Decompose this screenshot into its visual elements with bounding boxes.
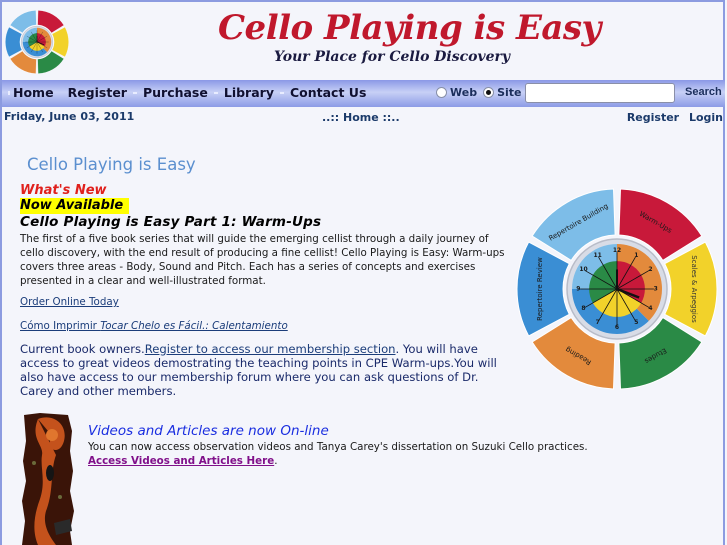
site-header: Cello Playing is Easy Your Place for Cel… xyxy=(0,0,727,80)
dropdown-arrow-icon xyxy=(213,91,218,94)
nav-spacer xyxy=(54,92,68,94)
radio-site[interactable] xyxy=(483,87,495,98)
now-available-badge: Now Available xyxy=(20,198,130,214)
order-online-link-text[interactable]: Order Online Today xyxy=(20,296,119,308)
clock-number: 11 xyxy=(593,252,601,259)
clock-number: 1 xyxy=(634,252,638,259)
videos-description: You can now access observation videos an… xyxy=(88,441,588,453)
radio-web[interactable] xyxy=(436,87,447,98)
access-videos-link[interactable]: Access Videos and Articles Here xyxy=(88,455,274,467)
spanish-print-link[interactable]: Cómo Imprimir Tocar Chelo es Fácil.: Cal… xyxy=(20,320,288,332)
book-description: The first of a five book series that wil… xyxy=(20,233,505,287)
site-title: Cello Playing is Easy xyxy=(218,8,601,48)
dropdown-arrow-icon xyxy=(279,91,284,94)
user-links: Register Login xyxy=(621,111,723,124)
clock-number: 7 xyxy=(596,319,600,326)
order-online-link[interactable]: Order Online Today xyxy=(20,296,119,308)
search-input[interactable] xyxy=(525,83,675,103)
main-nav-bar: Home Register Purchase Library Contact U… xyxy=(2,80,725,107)
cello-scroll-image-icon xyxy=(22,413,74,545)
clock-number: 2 xyxy=(648,266,652,273)
dropdown-arrow-icon xyxy=(132,91,137,94)
login-link[interactable]: Login xyxy=(689,111,723,124)
nav-item-register[interactable]: Register xyxy=(68,85,127,100)
clock-number: 9 xyxy=(576,286,580,293)
radio-web-label[interactable]: Web xyxy=(450,86,477,99)
spanish-link-prefix[interactable]: Cómo Imprimir xyxy=(20,320,100,332)
register-membership-link[interactable]: Register to access our membership sectio… xyxy=(145,342,396,356)
page-title: Cello Playing is Easy xyxy=(27,155,196,174)
clock-number: 4 xyxy=(648,305,652,312)
wheel-segment-scales-arpeggios[interactable] xyxy=(51,26,69,58)
videos-link-suffix: . xyxy=(274,455,278,467)
whats-new-heading: What's New xyxy=(20,183,107,198)
radio-site-label[interactable]: Site xyxy=(497,86,521,99)
wheel-segment-label: Scales & Arpeggios xyxy=(690,255,698,323)
current-date: Friday, June 03, 2011 xyxy=(4,110,135,123)
practice-wheel-diagram[interactable]: Warm-UpsScales & ArpeggiosEtudesReadingR… xyxy=(512,184,722,394)
nav-item-contact-us[interactable]: Contact Us xyxy=(290,85,366,100)
breadcrumb[interactable]: ..:: Home ::.. xyxy=(322,111,400,124)
wheel-segment-label: Repertoire Review xyxy=(536,257,544,321)
search-button[interactable]: Search xyxy=(685,86,722,98)
nav-item-library[interactable]: Library xyxy=(224,85,274,100)
membership-paragraph: Current book owners.Register to access o… xyxy=(20,342,510,398)
practice-wheel-logo-icon[interactable] xyxy=(4,9,70,75)
clock-number: 12 xyxy=(613,247,621,254)
nav-item-home[interactable]: Home xyxy=(13,85,54,100)
site-subtitle: Your Place for Cello Discovery xyxy=(274,49,511,65)
search-scope: Web Site xyxy=(436,86,528,99)
clock-number: 6 xyxy=(615,324,619,331)
videos-heading: Videos and Articles are now On-line xyxy=(88,423,329,439)
clock-number: 10 xyxy=(579,266,587,273)
register-link[interactable]: Register xyxy=(627,111,679,124)
nav-item-purchase[interactable]: Purchase xyxy=(143,85,208,100)
book-title: Cello Playing is Easy Part 1: Warm-Ups xyxy=(20,214,322,230)
spanish-link-title[interactable]: Tocar Chelo es Fácil.: Calentamiento xyxy=(100,320,288,332)
clock-number: 8 xyxy=(581,305,585,312)
videos-link-line: Access Videos and Articles Here. xyxy=(88,455,277,467)
member-prefix: Current book owners. xyxy=(20,342,145,356)
nav-menu: Home Register Purchase Library Contact U… xyxy=(8,85,366,100)
wheel-segment-repertoire-review[interactable] xyxy=(5,26,23,58)
clock-number: 3 xyxy=(654,286,658,293)
clock-number: 5 xyxy=(634,319,638,326)
nav-bullet-icon xyxy=(8,90,10,95)
